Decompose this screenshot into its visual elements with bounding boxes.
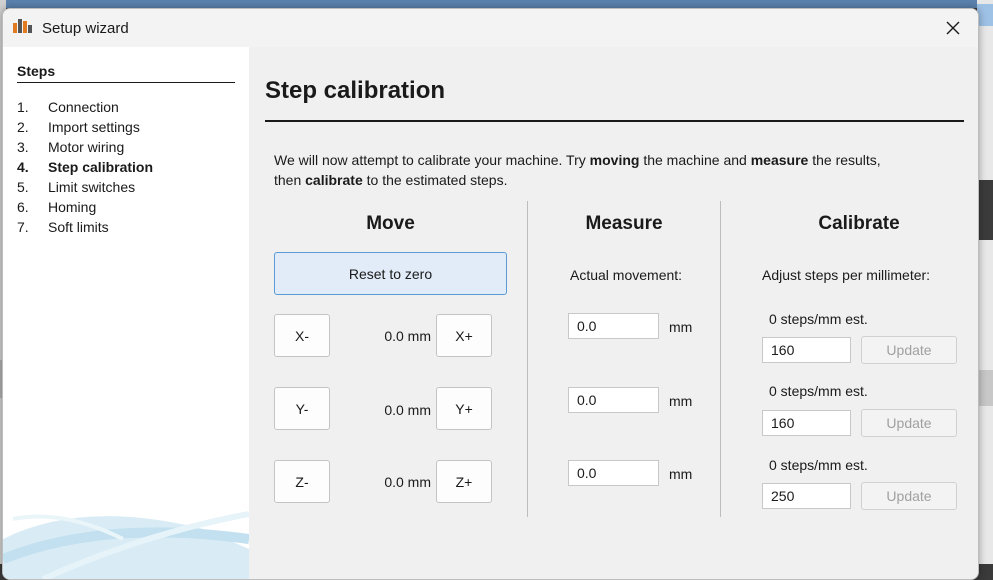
steps-divider — [17, 82, 235, 83]
window-title: Setup wizard — [42, 20, 129, 37]
x-position-readout: 0.0 mm — [384, 328, 431, 344]
adjust-steps-label: Adjust steps per millimeter: — [762, 267, 931, 283]
x-update-button[interactable]: Update — [861, 336, 957, 364]
y-measure-unit: mm — [669, 393, 693, 409]
z-plus-button[interactable]: Z+ — [436, 460, 492, 503]
z-minus-button[interactable]: Z- — [274, 460, 330, 503]
step-item-limit-switches: 5. Limit switches — [17, 179, 136, 195]
title-divider — [265, 120, 964, 122]
x-steps-input[interactable] — [762, 337, 851, 363]
x-steps-estimate: 0 steps/mm est. — [769, 311, 868, 327]
setup-wizard-window: Setup wizard Steps 1. Connection 2. Import… — [2, 8, 979, 580]
reset-to-zero-button[interactable]: Reset to zero — [274, 252, 507, 295]
step-item-homing: 6. Homing — [17, 199, 97, 215]
app-logo-icon — [13, 19, 32, 33]
main-content: Step calibration We will now attempt to … — [249, 47, 978, 579]
y-position-readout: 0.0 mm — [384, 402, 431, 418]
y-plus-button[interactable]: Y+ — [436, 387, 492, 430]
close-icon — [946, 21, 960, 35]
steps-sidebar: Steps 1. Connection 2. Import settings 3. M… — [3, 47, 249, 579]
z-update-button[interactable]: Update — [861, 482, 957, 510]
move-heading: Move — [366, 213, 415, 234]
x-plus-button[interactable]: X+ — [436, 314, 492, 357]
z-position-readout: 0.0 mm — [384, 474, 431, 490]
step-item-step-calibration: 4. Step calibration — [17, 159, 154, 175]
desktop-background-strip — [0, 0, 993, 8]
actual-movement-label: Actual movement: — [570, 267, 683, 283]
z-steps-input[interactable] — [762, 483, 851, 509]
x-minus-button[interactable]: X- — [274, 314, 330, 357]
y-update-button[interactable]: Update — [861, 409, 957, 437]
close-button[interactable] — [928, 9, 978, 47]
step-item-connection: 1. Connection — [17, 99, 119, 115]
intro-text: We will now attempt to calibrate your ma… — [274, 152, 881, 188]
steps-list: 1. Connection 2. Import settings 3. Motor w… — [17, 99, 153, 239]
background-window-right-edge — [977, 0, 993, 564]
z-measure-unit: mm — [669, 466, 693, 482]
title-bar[interactable]: Setup wizard — [3, 9, 978, 47]
column-divider-measure-calibrate — [720, 201, 721, 517]
step-item-soft-limits: 7. Soft limits — [17, 219, 109, 235]
y-steps-estimate: 0 steps/mm est. — [769, 383, 868, 399]
y-minus-button[interactable]: Y- — [274, 387, 330, 430]
y-steps-input[interactable] — [762, 410, 851, 436]
step-item-import-settings: 2. Import settings — [17, 119, 140, 135]
x-measure-input[interactable] — [568, 313, 659, 339]
calibrate-heading: Calibrate — [818, 213, 900, 234]
z-measure-input[interactable] — [568, 460, 659, 486]
step-item-motor-wiring: 3. Motor wiring — [17, 139, 125, 155]
steps-heading: Steps — [17, 63, 56, 79]
y-measure-input[interactable] — [568, 387, 659, 413]
decorative-swoosh — [3, 511, 249, 579]
z-steps-estimate: 0 steps/mm est. — [769, 457, 868, 473]
column-divider-move-measure — [527, 201, 528, 517]
measure-heading: Measure — [585, 213, 663, 234]
page-title: Step calibration — [265, 77, 446, 104]
x-measure-unit: mm — [669, 319, 693, 335]
